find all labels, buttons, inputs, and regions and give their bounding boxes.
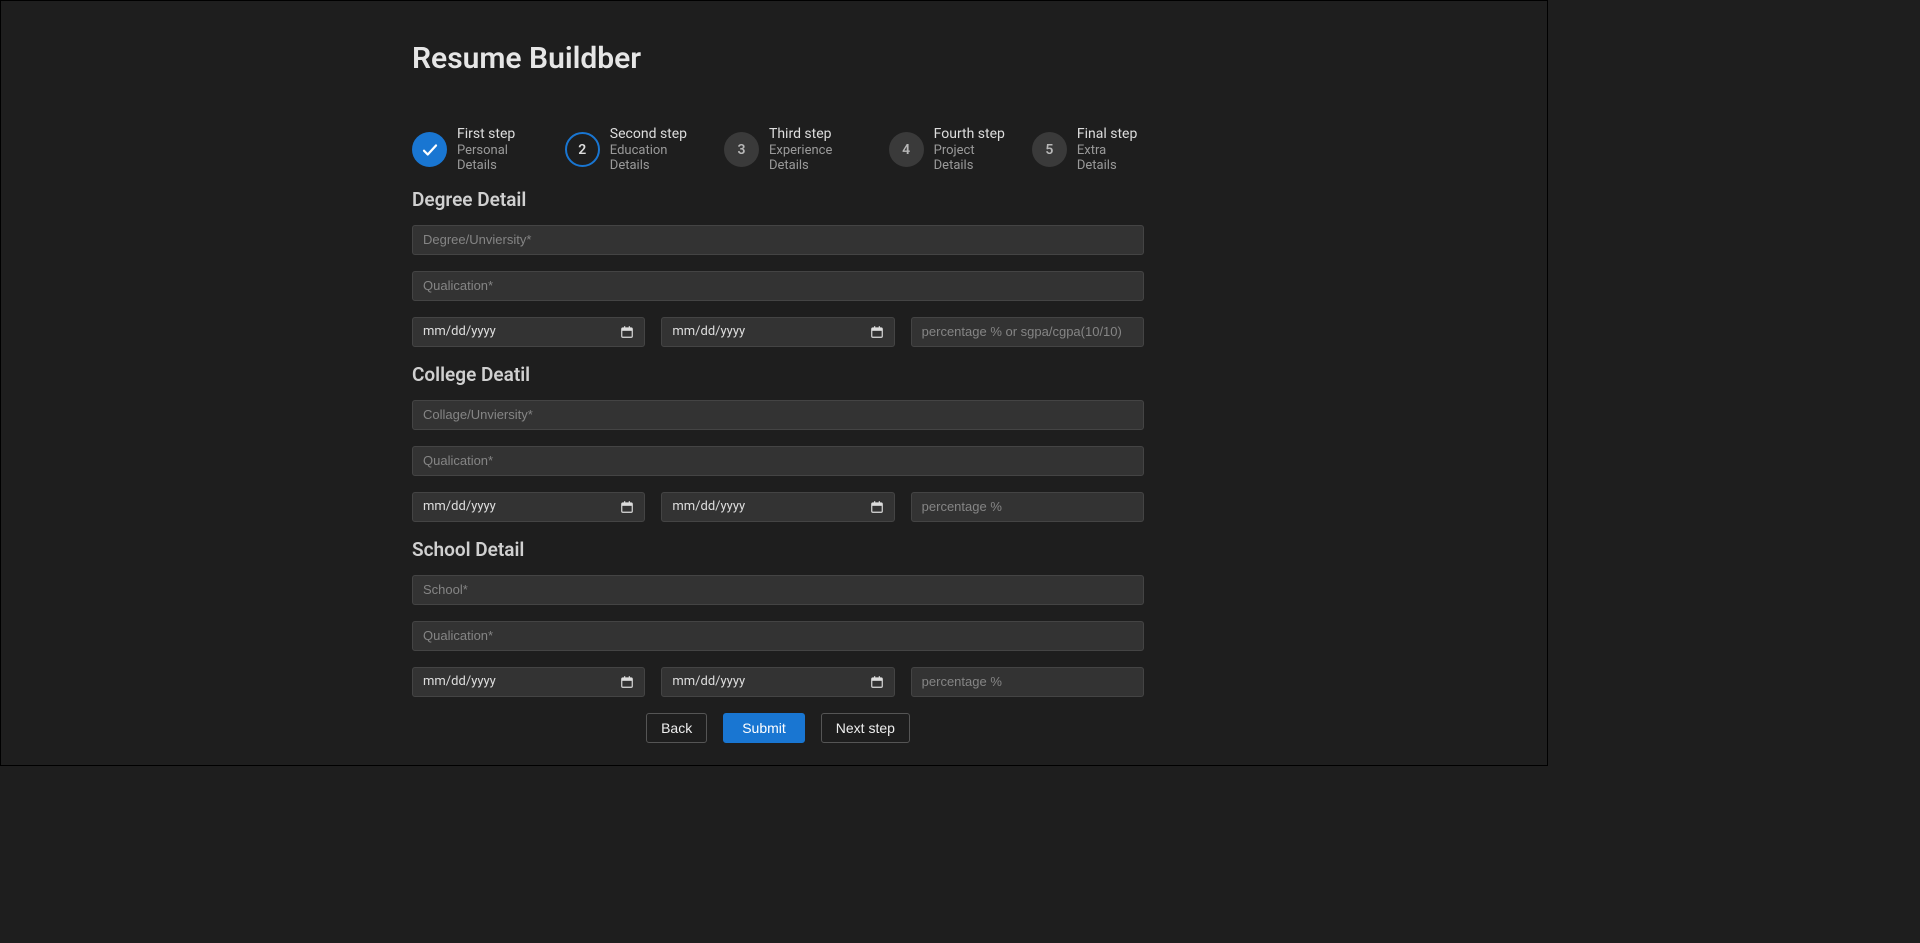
step-1-texts: First step Personal Details: [457, 126, 545, 174]
step-3-circle: 3: [724, 132, 759, 167]
school-end-date-placeholder: mm/dd/yyyy: [672, 674, 745, 689]
calendar-icon: [620, 500, 634, 514]
college-end-date-placeholder: mm/dd/yyyy: [672, 499, 745, 514]
calendar-icon: [870, 325, 884, 339]
step-5[interactable]: 5 Final step Extra Details: [1032, 126, 1144, 174]
college-start-date-placeholder: mm/dd/yyyy: [423, 499, 496, 514]
degree-percentage-input[interactable]: [911, 317, 1144, 347]
step-2[interactable]: 2 Second step Education Details: [565, 126, 704, 174]
school-section-title: School Detail: [412, 538, 1144, 561]
degree-institution-input[interactable]: [412, 225, 1144, 255]
school-institution-input[interactable]: [412, 575, 1144, 605]
degree-end-date-input[interactable]: mm/dd/yyyy: [661, 317, 894, 347]
school-start-date-placeholder: mm/dd/yyyy: [423, 674, 496, 689]
step-3-title: Third step: [769, 126, 869, 143]
back-button[interactable]: Back: [646, 713, 707, 743]
calendar-icon: [870, 500, 884, 514]
step-5-texts: Final step Extra Details: [1077, 126, 1144, 174]
step-4-title: Fourth step: [934, 126, 1012, 143]
school-qualification-input[interactable]: [412, 621, 1144, 651]
step-1-title: First step: [457, 126, 545, 143]
step-2-texts: Second step Education Details: [610, 126, 704, 174]
step-1-sub: Personal Details: [457, 143, 545, 174]
button-row: Back Submit Next step: [412, 713, 1144, 743]
college-qualification-input[interactable]: [412, 446, 1144, 476]
form-container: Resume Buildber First step Personal Deta…: [412, 1, 1144, 766]
school-end-date-input[interactable]: mm/dd/yyyy: [661, 667, 894, 697]
step-1[interactable]: First step Personal Details: [412, 126, 545, 174]
step-3[interactable]: 3 Third step Experience Details: [724, 126, 869, 174]
page-title: Resume Buildber: [412, 41, 1144, 76]
step-5-sub: Extra Details: [1077, 143, 1144, 174]
step-2-circle: 2: [565, 132, 600, 167]
step-4-circle: 4: [889, 132, 924, 167]
step-5-title: Final step: [1077, 126, 1144, 143]
step-3-sub: Experience Details: [769, 143, 869, 174]
step-2-sub: Education Details: [610, 143, 704, 174]
calendar-icon: [620, 325, 634, 339]
step-4[interactable]: 4 Fourth step Project Details: [889, 126, 1012, 174]
check-icon: [412, 132, 447, 167]
stepper: First step Personal Details 2 Second ste…: [412, 126, 1144, 174]
degree-start-date-placeholder: mm/dd/yyyy: [423, 324, 496, 339]
app-frame[interactable]: Resume Buildber First step Personal Deta…: [0, 0, 1548, 766]
step-4-texts: Fourth step Project Details: [934, 126, 1012, 174]
school-percentage-input[interactable]: [911, 667, 1144, 697]
college-end-date-input[interactable]: mm/dd/yyyy: [661, 492, 894, 522]
step-5-circle: 5: [1032, 132, 1067, 167]
degree-end-date-placeholder: mm/dd/yyyy: [672, 324, 745, 339]
step-2-title: Second step: [610, 126, 704, 143]
college-start-date-input[interactable]: mm/dd/yyyy: [412, 492, 645, 522]
calendar-icon: [870, 675, 884, 689]
step-3-texts: Third step Experience Details: [769, 126, 869, 174]
calendar-icon: [620, 675, 634, 689]
step-4-sub: Project Details: [934, 143, 1012, 174]
school-start-date-input[interactable]: mm/dd/yyyy: [412, 667, 645, 697]
degree-section-title: Degree Detail: [412, 188, 1144, 211]
college-institution-input[interactable]: [412, 400, 1144, 430]
degree-start-date-input[interactable]: mm/dd/yyyy: [412, 317, 645, 347]
college-percentage-input[interactable]: [911, 492, 1144, 522]
submit-button[interactable]: Submit: [723, 713, 805, 743]
degree-qualification-input[interactable]: [412, 271, 1144, 301]
next-step-button[interactable]: Next step: [821, 713, 910, 743]
college-section-title: College Deatil: [412, 363, 1144, 386]
